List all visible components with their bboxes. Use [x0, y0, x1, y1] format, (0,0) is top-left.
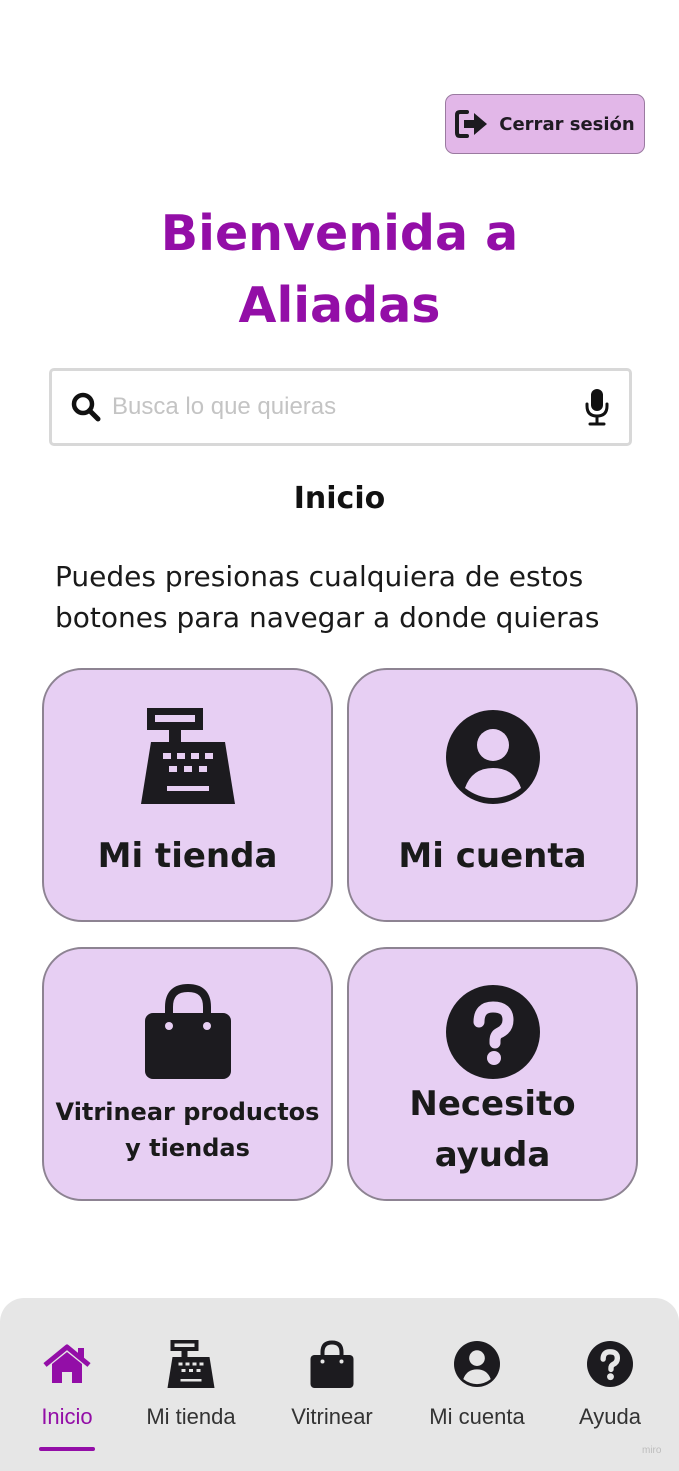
miro-watermark: miro [642, 1445, 662, 1456]
user-circle-icon [445, 710, 540, 804]
nav-label-ayuda: Ayuda [579, 1404, 641, 1429]
vitrinear-label-line2: y tiendas [125, 1134, 250, 1162]
sign-out-icon [455, 110, 488, 138]
cash-register-icon [140, 708, 235, 804]
nav-label-mi-tienda: Mi tienda [146, 1404, 236, 1429]
bottom-nav: Inicio Mi tienda Vitrinear Mi cuenta Ayu… [0, 1298, 679, 1471]
vitrinear-label: Vitrinear productos y tiendas [44, 1094, 331, 1166]
necesito-ayuda-label: Necesito ayuda [349, 1079, 636, 1181]
microphone-icon[interactable] [583, 387, 611, 427]
search-input[interactable] [112, 393, 583, 421]
nav-item-inicio[interactable]: Inicio [37, 1298, 97, 1471]
nav-label-vitrinear: Vitrinear [291, 1404, 373, 1429]
mi-cuenta-label: Mi cuenta [398, 836, 587, 876]
section-title: Inicio [293, 481, 386, 516]
question-circle-icon [445, 985, 540, 1079]
intro-text: Puedes presionas cualquiera de estos bot… [55, 556, 655, 638]
nav-label-inicio: Inicio [41, 1404, 93, 1429]
necesito-ayuda-label-line1: Necesito [409, 1084, 576, 1124]
nav-item-mi-tienda[interactable]: Mi tienda [143, 1298, 239, 1471]
nav-item-ayuda[interactable]: Ayuda [574, 1298, 646, 1471]
page-title-line1: Bienvenida a [160, 205, 519, 262]
necesito-ayuda-card[interactable]: Necesito ayuda [347, 947, 638, 1201]
vitrinear-label-line1: Vitrinear productos [55, 1098, 320, 1126]
active-tab-indicator [39, 1447, 95, 1451]
shopping-bag-icon [310, 1340, 354, 1388]
necesito-ayuda-label-line2: ayuda [434, 1135, 551, 1175]
cash-register-icon [167, 1340, 215, 1388]
nav-label-mi-cuenta: Mi cuenta [429, 1404, 525, 1429]
search-icon [71, 392, 101, 422]
search-bar [49, 368, 632, 446]
mi-cuenta-card[interactable]: Mi cuenta [347, 668, 638, 922]
page-title-line2: Aliadas [238, 277, 441, 334]
intro-line2: botones para navegar a donde quieras [55, 601, 600, 634]
vitrinear-card[interactable]: Vitrinear productos y tiendas [42, 947, 333, 1201]
home-icon [43, 1344, 91, 1383]
question-circle-icon [587, 1341, 633, 1387]
mi-tienda-card[interactable]: Mi tienda [42, 668, 333, 922]
mi-tienda-label: Mi tienda [97, 836, 278, 876]
page-title: Bienvenida a Aliadas [0, 198, 679, 342]
intro-line1: Puedes presionas cualquiera de estos [55, 560, 584, 593]
logout-button[interactable]: Cerrar sesión [445, 94, 645, 154]
nav-item-vitrinear[interactable]: Vitrinear [286, 1298, 378, 1471]
nav-item-mi-cuenta[interactable]: Mi cuenta [424, 1298, 530, 1471]
logout-label: Cerrar sesión [499, 113, 635, 135]
user-circle-icon [454, 1341, 500, 1387]
shopping-bag-icon [144, 983, 231, 1079]
